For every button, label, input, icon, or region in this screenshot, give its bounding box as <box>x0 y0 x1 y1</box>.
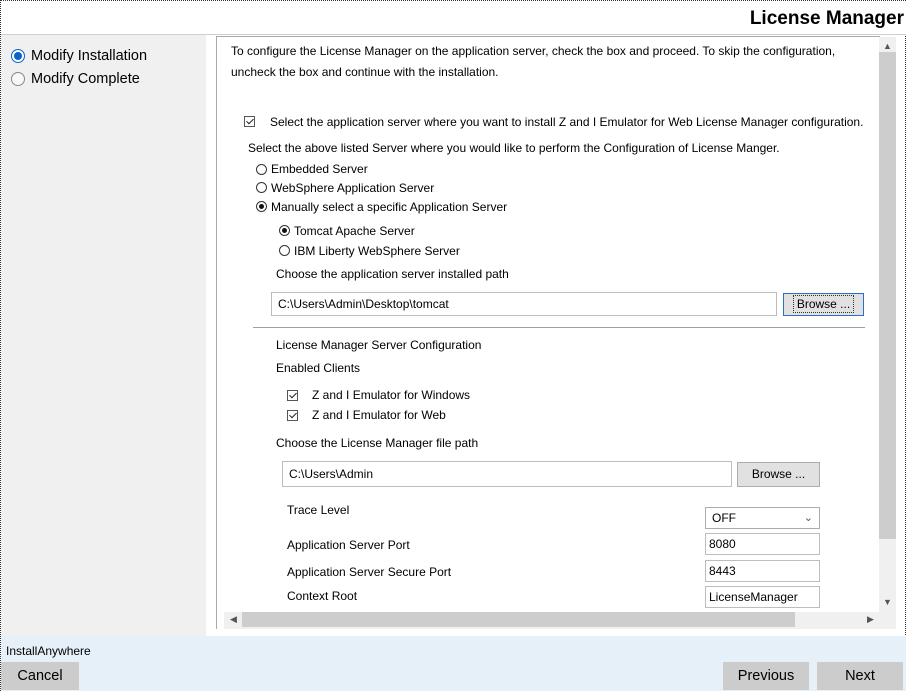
chevron-down-icon: ⌄ <box>803 512 813 524</box>
active-step-icon <box>11 49 25 63</box>
scroll-down-icon[interactable]: ▼ <box>879 597 896 607</box>
trace-level-value: OFF <box>712 511 736 525</box>
install-license-manager-checkbox[interactable] <box>244 116 255 127</box>
inactive-step-icon <box>11 72 25 86</box>
radio-label: Embedded Server <box>271 162 368 176</box>
lm-config-label: License Manager Server Configuration <box>276 338 482 352</box>
client-web-label: Z and I Emulator for Web <box>312 408 446 422</box>
browse-lm-path-button[interactable]: Browse ... <box>737 462 820 487</box>
port-input[interactable]: 8080 <box>705 533 820 555</box>
radio-label: Manually select a specific Application S… <box>271 200 508 214</box>
previous-button[interactable]: Previous <box>723 662 809 690</box>
cancel-button[interactable]: Cancel <box>1 662 79 690</box>
intro-text: To configure the License Manager on the … <box>231 44 836 58</box>
secure-port-input[interactable]: 8443 <box>705 560 820 582</box>
content-panel: To configure the License Manager on the … <box>216 36 880 629</box>
scroll-right-icon[interactable]: ▶ <box>862 614 879 625</box>
context-root-input[interactable]: LicenseManager <box>705 586 820 608</box>
radio-label: WebSphere Application Server <box>271 181 435 195</box>
horizontal-scroll-thumb[interactable] <box>242 612 795 627</box>
secure-port-label: Application Server Secure Port <box>287 565 452 579</box>
port-label: Application Server Port <box>287 538 410 552</box>
context-root-label: Context Root <box>287 589 358 603</box>
lm-path-input[interactable]: C:\Users\Admin <box>282 461 732 487</box>
scroll-up-icon[interactable]: ▲ <box>879 41 896 51</box>
vertical-scroll-thumb[interactable] <box>879 52 896 539</box>
install-license-manager-label: Select the application server where you … <box>270 115 864 129</box>
client-web-checkbox[interactable] <box>287 410 298 421</box>
select-server-prompt: Select the above listed Server where you… <box>248 141 780 155</box>
step-label: Modify Installation <box>31 48 148 64</box>
steps-panel <box>1 35 206 636</box>
client-windows-checkbox[interactable] <box>287 390 298 401</box>
browse-app-server-button[interactable]: Browse ... <box>783 293 864 316</box>
radio-embedded-server[interactable] <box>256 164 267 175</box>
brand-label: InstallAnywhere <box>6 644 91 658</box>
step-label: Modify Complete <box>31 71 140 87</box>
browse-label: Browse ... <box>792 295 855 313</box>
scroll-left-icon[interactable]: ◀ <box>225 614 242 625</box>
intro-text-2: uncheck the box and continue with the in… <box>231 65 499 79</box>
page-title: License Manager <box>749 8 904 29</box>
radio-label: IBM Liberty WebSphere Server <box>294 244 460 258</box>
radio-manual-server[interactable] <box>256 201 267 212</box>
radio-liberty[interactable] <box>279 245 290 256</box>
lm-path-label: Choose the License Manager file path <box>276 436 479 450</box>
section-divider <box>253 327 865 328</box>
trace-level-label: Trace Level <box>287 503 350 517</box>
radio-websphere-server[interactable] <box>256 182 267 193</box>
radio-tomcat[interactable] <box>279 225 290 236</box>
client-windows-label: Z and I Emulator for Windows <box>312 388 471 402</box>
step-modify-complete: Modify Complete <box>11 69 140 89</box>
radio-label: Tomcat Apache Server <box>294 224 415 238</box>
app-server-path-input[interactable]: C:\Users\Admin\Desktop\tomcat <box>271 292 777 316</box>
trace-level-select[interactable]: OFF ⌄ <box>705 507 820 529</box>
app-server-path-label: Choose the application server installed … <box>276 267 509 281</box>
step-modify-installation: Modify Installation <box>11 46 147 66</box>
next-button[interactable]: Next <box>817 662 903 690</box>
enabled-clients-label: Enabled Clients <box>276 361 361 375</box>
